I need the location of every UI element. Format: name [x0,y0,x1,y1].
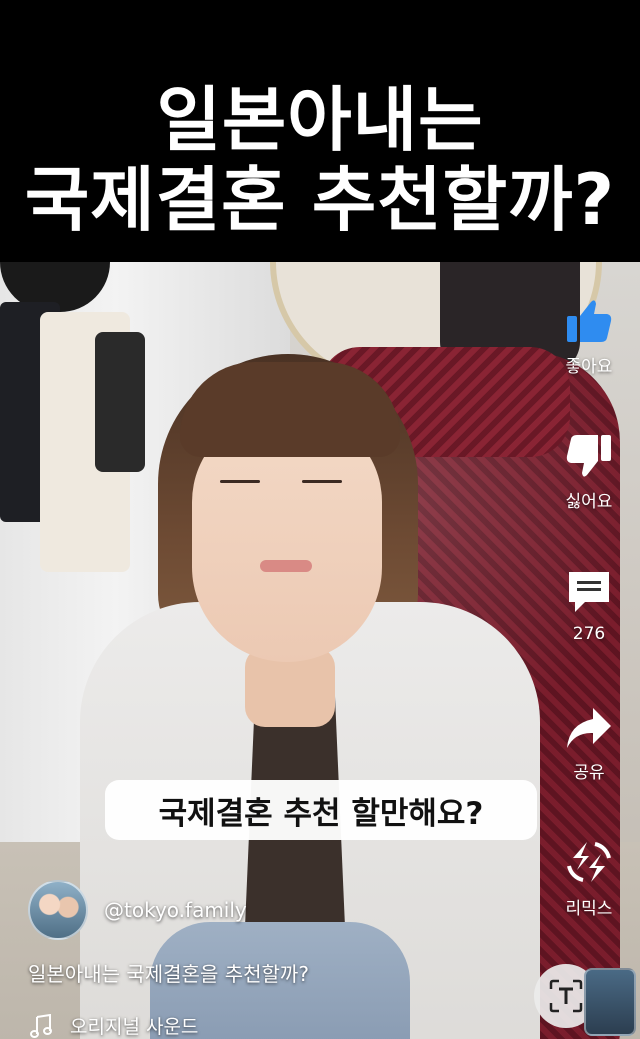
like-button[interactable]: 좋아요 [554,298,624,377]
thumbs-down-icon [566,435,611,477]
person-lips [260,560,312,572]
hanging-bag [95,332,145,472]
dislike-button[interactable]: 싫어요 [554,433,624,512]
person-bangs [180,362,400,457]
channel-info[interactable]: @tokyo.family [28,880,247,940]
title-band: 일본아내는 국제결혼 추천할까? [0,0,640,262]
thumbs-up-icon [567,300,612,342]
avatar[interactable] [28,880,88,940]
person-eye [220,480,260,483]
remix-icon [567,842,611,882]
dislike-label: 싫어요 [565,492,613,512]
video-caption: 국제결혼 추천 할만해요? [105,780,537,840]
person-eye [302,480,342,483]
remix-button[interactable]: 리믹스 [554,838,624,919]
like-label: 좋아요 [565,357,613,377]
channel-handle[interactable]: @tokyo.family [104,898,247,922]
sound-label: 오리지널 사운드 [70,1016,199,1038]
title-line-1: 일본아내는 [156,79,484,161]
title-line-2: 국제결혼 추천할까? [24,159,616,241]
share-arrow-icon [567,708,611,748]
share-button[interactable]: 공유 [554,706,624,783]
music-note-icon [30,1013,52,1038]
share-label: 공유 [573,763,605,783]
remix-thumbnail[interactable] [584,968,636,1036]
video-description[interactable]: 일본아내는 국제결혼을 추천할까? [28,958,309,987]
remix-label: 리믹스 [565,899,613,919]
comment-button[interactable]: 276 [554,568,624,644]
sound-link[interactable]: 오리지널 사운드 [30,1012,198,1039]
lens-text-icon [549,979,583,1013]
comment-icon [569,572,609,612]
comment-count: 276 [572,624,606,644]
